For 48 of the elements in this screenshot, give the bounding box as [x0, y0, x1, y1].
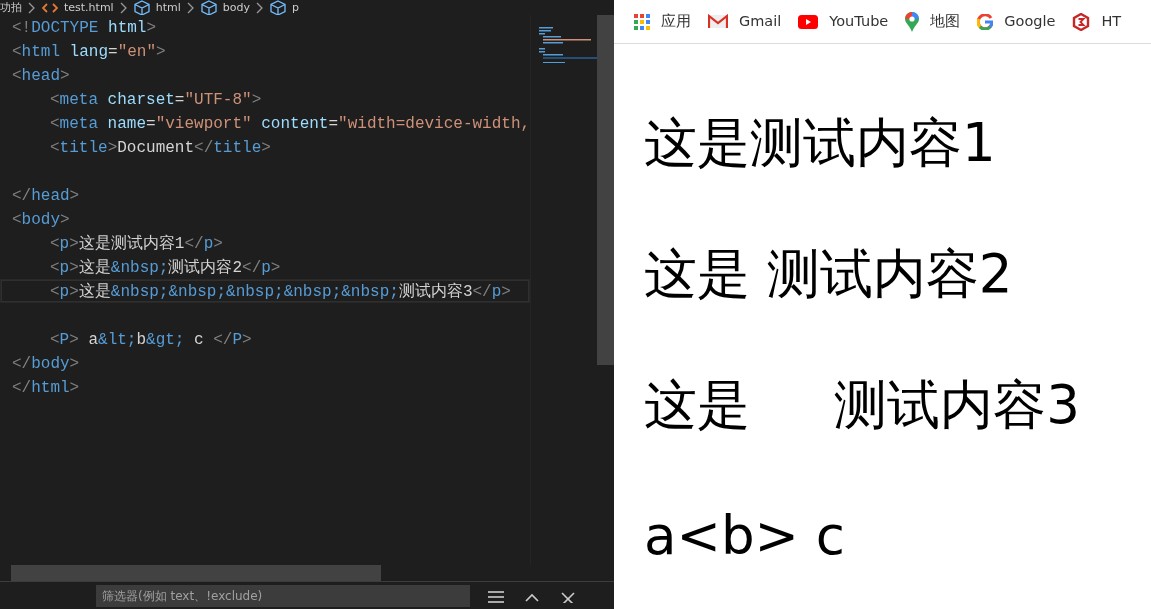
code-line: </head> [11, 186, 81, 207]
filter-field[interactable]: 筛选器(例如 text、!exclude) [96, 585, 470, 607]
map-pin-icon [905, 11, 920, 32]
chevron-right-icon [255, 2, 264, 14]
code-line: <head> [11, 66, 71, 87]
code-file-icon [42, 1, 58, 14]
play-icon [798, 14, 819, 29]
breadcrumb-item[interactable]: html [155, 0, 181, 15]
cube-icon [269, 0, 286, 15]
menu-icon[interactable] [486, 589, 506, 603]
breadcrumb-item[interactable]: body [222, 0, 250, 15]
code-line: </body> [11, 354, 81, 375]
apps-grid-icon [634, 13, 650, 30]
code-line: </html> [11, 378, 81, 399]
chevron-right-icon [186, 2, 195, 14]
bookmark-link[interactable]: Google [977, 10, 1056, 33]
bookmark-link[interactable]: 应用 [634, 10, 691, 33]
scrollbar-thumb[interactable] [11, 565, 381, 581]
breadcrumb-item[interactable]: p [291, 0, 299, 15]
bookmark-link[interactable]: 地图 [905, 10, 961, 33]
close-icon[interactable] [558, 589, 578, 603]
minimap-drawing [537, 27, 599, 63]
chevron-right-icon [119, 2, 128, 14]
cube-icon [200, 0, 217, 15]
cube-icon [133, 0, 150, 15]
code-line: <meta name="viewport" content="width=device-width, [49, 114, 530, 135]
scrollbar-thumb[interactable] [597, 15, 614, 365]
code-line: <P> a&lt;b&gt; c </P> [49, 330, 253, 351]
bookmark-link[interactable]: Gmail [708, 10, 782, 33]
code-line: <html lang="en"> [11, 42, 167, 63]
code-line: <p>这是&nbsp;测试内容2</p> [49, 257, 282, 279]
breadcrumb-item[interactable]: 功拍 [0, 0, 22, 15]
code-line: <title>Document</title> [49, 138, 272, 159]
bookmark-link[interactable]: HT [1072, 10, 1122, 33]
mail-icon [708, 14, 728, 29]
code-line: <meta charset="UTF-8"> [49, 90, 263, 111]
google-g-icon [977, 13, 994, 30]
bookmark-link[interactable]: YouTube [798, 10, 889, 33]
paragraph-text: 这是 测试内容2 [643, 247, 1014, 300]
breadcrumb-item[interactable]: test.html [64, 0, 114, 15]
paragraph-text: 这是测试内容1 [643, 116, 997, 169]
code-line: <p>这是测试内容1</p> [49, 233, 224, 255]
paragraph-text: 这是 测试内容3 [643, 378, 1081, 431]
code-line: <!DOCTYPE html> [11, 18, 158, 39]
paragraph-text: a<b> c [643, 509, 846, 562]
code-line: <body> [11, 210, 71, 231]
chevron-right-icon [28, 2, 36, 14]
shield-icon [1072, 12, 1091, 31]
